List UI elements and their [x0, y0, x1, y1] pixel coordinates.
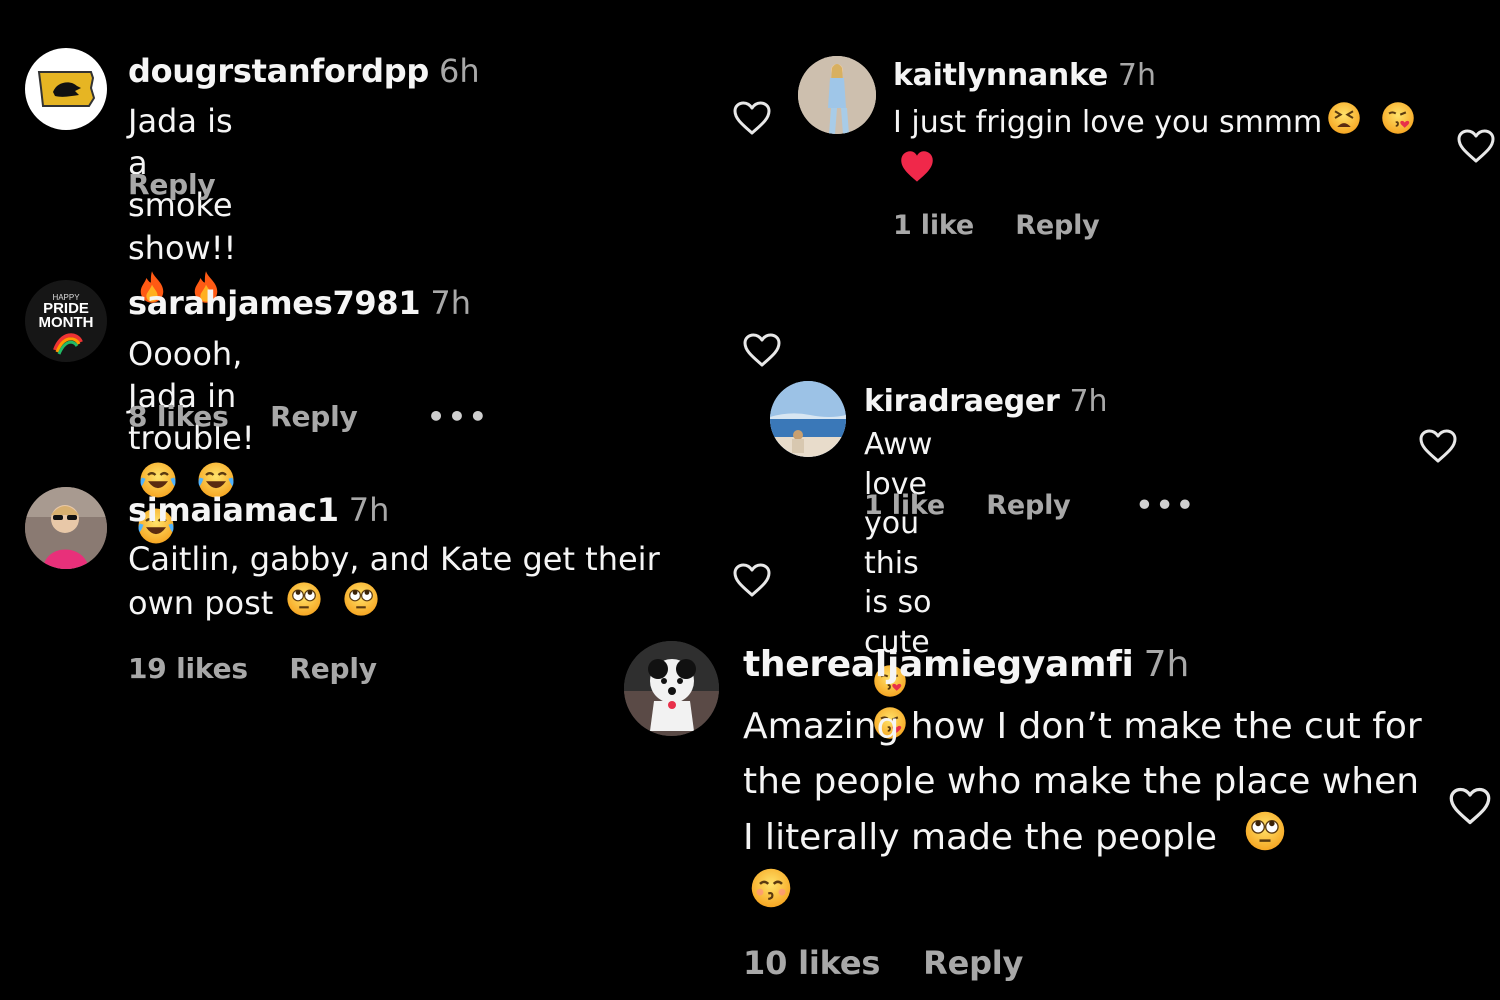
avatar[interactable] [25, 48, 107, 130]
avatar[interactable] [798, 56, 876, 134]
comment-actions: 19 likes Reply [128, 652, 409, 685]
red-heart-emoji-icon [899, 149, 935, 185]
like-heart-icon[interactable] [732, 562, 772, 598]
like-heart-icon[interactable] [732, 100, 772, 136]
timestamp: 7h [1117, 58, 1156, 93]
comment-actions: 10 likes Reply [743, 944, 1055, 982]
timestamp: 7h [430, 284, 471, 322]
more-options-icon[interactable]: ••• [427, 400, 490, 433]
username[interactable]: kaitlynnanke [893, 58, 1108, 93]
comment-header: simaiamac1 7h [128, 491, 389, 529]
timestamp: 7h [348, 491, 390, 529]
like-heart-icon[interactable] [742, 332, 782, 368]
avatar-line2: MONTH [39, 314, 94, 331]
timestamp: 7h [1069, 384, 1108, 419]
face-with-rolling-eyes-emoji-icon [342, 580, 380, 618]
reply-button[interactable]: Reply [986, 490, 1070, 521]
comment-actions: 1 like Reply [893, 210, 1132, 241]
comment-actions: Reply [128, 168, 247, 201]
avatar[interactable] [624, 641, 719, 736]
avatar[interactable] [25, 487, 107, 569]
comment-actions: 1 like Reply ••• [864, 490, 1229, 521]
user-photo-avatar-icon [798, 56, 876, 134]
comment-body: Amazing how I don’t make the cut for the… [743, 706, 1422, 859]
comment-header: dougrstanfordpp 6h [128, 52, 480, 90]
comment-body: Aww love you this is so cute [864, 427, 933, 660]
comment-header: kaitlynnanke 7h [893, 58, 1156, 93]
comment-body: Ooooh, Jada in trouble! [128, 335, 255, 458]
username[interactable]: dougrstanfordpp [128, 52, 429, 90]
comment-actions: 8 likes Reply ••• [128, 400, 522, 433]
dog-photo-avatar-icon [624, 641, 719, 736]
like-heart-icon[interactable] [1456, 128, 1496, 164]
kissing-face-emoji-icon [749, 866, 793, 910]
timestamp: 7h [1143, 644, 1190, 685]
comment-text: Amazing how I don’t make the cut for the… [743, 700, 1433, 923]
comment-header: kiradraeger 7h [864, 384, 1108, 419]
username[interactable]: kiradraeger [864, 384, 1060, 419]
reply-button[interactable]: Reply [1015, 210, 1099, 241]
reply-button[interactable]: Reply [128, 168, 216, 201]
likes-count[interactable]: 1 like [893, 210, 974, 241]
like-heart-icon[interactable] [1418, 428, 1458, 464]
avatar[interactable]: HAPPY PRIDE MONTH [25, 280, 107, 362]
comment-header: therealjamiegyamfi 7h [743, 644, 1189, 685]
iowa-hawkeye-logo-icon [37, 71, 96, 107]
avatar[interactable] [770, 381, 846, 457]
timestamp: 6h [439, 52, 480, 90]
reply-button[interactable]: Reply [289, 652, 377, 685]
likes-count[interactable]: 8 likes [128, 400, 229, 433]
likes-count[interactable]: 10 likes [743, 944, 880, 982]
face-with-rolling-eyes-emoji-icon [285, 580, 323, 618]
more-options-icon[interactable]: ••• [1136, 490, 1197, 521]
comment-header: sarahjames7981 7h [128, 284, 471, 322]
pride-month-avatar-icon: HAPPY PRIDE MONTH [25, 280, 107, 362]
comment-text: Caitlin, gabby, and Kate get their own p… [128, 538, 688, 624]
comment-body: Caitlin, gabby, and Kate get their own p… [128, 540, 660, 623]
reply-button[interactable]: Reply [923, 944, 1023, 982]
comment-text: Jada is a smoke show!! [128, 100, 236, 311]
like-heart-icon[interactable] [1448, 786, 1492, 826]
reply-button[interactable]: Reply [270, 400, 358, 433]
username[interactable]: sarahjames7981 [128, 284, 421, 322]
username[interactable]: therealjamiegyamfi [743, 644, 1134, 685]
tired-face-emoji-icon [1326, 100, 1362, 136]
username[interactable]: simaiamac1 [128, 491, 339, 529]
face-with-rolling-eyes-emoji-icon [1243, 809, 1287, 853]
likes-count[interactable]: 1 like [864, 490, 945, 521]
user-photo-avatar-icon [25, 487, 107, 569]
face-blowing-kiss-emoji-icon [1380, 100, 1416, 136]
comment-body: I just friggin love you smmm [893, 105, 1323, 140]
likes-count[interactable]: 19 likes [128, 652, 248, 685]
user-photo-avatar-icon [770, 381, 846, 457]
comment-text: I just friggin love you smmm [893, 100, 1433, 191]
